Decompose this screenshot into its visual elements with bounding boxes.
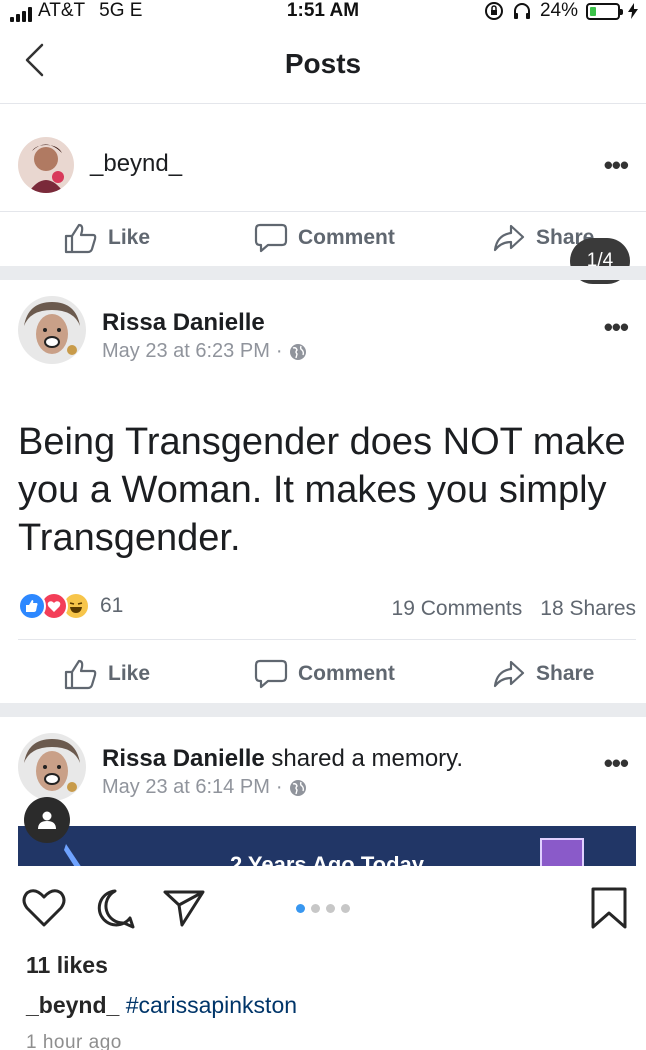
post2-like-button[interactable]: Like <box>64 658 150 690</box>
reaction-count: 61 <box>100 594 124 617</box>
carousel-pager <box>296 904 350 913</box>
like-label: Like <box>108 662 151 685</box>
avatar-rissa-memory[interactable] <box>18 733 86 801</box>
share-arrow-icon <box>493 660 525 688</box>
memory-thumbnail <box>540 838 584 866</box>
comments-count[interactable]: 19 Comments <box>392 597 523 621</box>
like-reaction-icon <box>18 592 46 620</box>
battery-icon <box>586 2 623 20</box>
post2-timestamp[interactable]: May 23 at 6:23 PM <box>102 340 270 363</box>
tagged-user-icon[interactable] <box>24 797 70 843</box>
status-bar: AT&T 5G E 1:51 AM 24% <box>0 0 646 26</box>
pager-dot <box>296 904 305 913</box>
status-right: 24% <box>484 0 638 22</box>
share-arrow-icon <box>493 224 525 252</box>
share-label: Share <box>536 662 595 685</box>
battery-fill <box>590 6 597 16</box>
headphones-icon <box>513 3 530 19</box>
post2-author[interactable]: Rissa Danielle <box>102 309 265 337</box>
like-label: Like <box>108 226 151 249</box>
pager-dot <box>311 904 320 913</box>
post1-comment-button[interactable]: Comment <box>254 222 395 254</box>
section-divider-1 <box>0 266 646 280</box>
comment-bubble-icon[interactable] <box>94 888 136 930</box>
instagram-footer: 11 likes _beynd_ #carissapinkston 1 hour… <box>0 866 646 1050</box>
globe-icon <box>289 779 306 796</box>
post2-comment-button[interactable]: Comment <box>254 658 395 690</box>
post3-more-icon[interactable]: ••• <box>604 748 629 779</box>
pager-dot <box>326 904 335 913</box>
caption-hashtag[interactable]: #carissapinkston <box>126 992 297 1018</box>
charging-bolt-icon <box>628 3 638 19</box>
bookmark-icon[interactable] <box>590 886 628 930</box>
pager-dot <box>341 904 350 913</box>
post1-author[interactable]: _beynd_ <box>90 150 182 178</box>
rotation-lock-icon <box>484 2 503 20</box>
comment-label: Comment <box>298 226 395 249</box>
post3-author[interactable]: Rissa Danielle <box>102 745 265 772</box>
battery-percent: 24% <box>539 0 578 21</box>
post1-more-icon[interactable]: ••• <box>604 150 629 181</box>
post3-header-line: Rissa Danielle shared a memory. <box>102 745 463 773</box>
post3-meta: May 23 at 6:14 PM · <box>102 776 307 799</box>
post2-meta: May 23 at 6:23 PM · <box>102 340 307 363</box>
thumbs-up-icon <box>64 223 97 254</box>
caption: _beynd_ #carissapinkston <box>26 992 297 1019</box>
post2-reactions[interactable]: 61 <box>18 592 123 620</box>
likes-count[interactable]: 11 likes <box>26 952 108 979</box>
post-time-ago: 1 hour ago <box>26 1032 122 1050</box>
post2-more-icon[interactable]: ••• <box>604 312 629 343</box>
comment-icon <box>254 223 288 253</box>
post1-like-button[interactable]: Like <box>64 222 150 254</box>
post2-share-button[interactable]: Share <box>492 658 594 690</box>
caption-username[interactable]: _beynd_ <box>26 992 119 1018</box>
shares-count[interactable]: 18 Shares <box>540 597 636 621</box>
post3-action-text: shared a memory. <box>271 745 464 772</box>
avatar-beynd[interactable] <box>18 137 74 193</box>
post1-divider <box>0 211 646 212</box>
comment-label: Comment <box>298 662 395 685</box>
memory-banner[interactable]: 2 Years Ago Today <box>18 826 636 866</box>
page-title: Posts <box>284 48 362 79</box>
direct-send-icon[interactable] <box>162 888 206 928</box>
thumbs-up-icon <box>64 659 97 690</box>
post2-divider <box>18 639 636 640</box>
post3-timestamp[interactable]: May 23 at 6:14 PM <box>102 776 270 799</box>
avatar-rissa[interactable] <box>18 296 86 364</box>
post3-separator: · <box>275 776 283 798</box>
comment-icon <box>254 659 288 689</box>
nav-bar: Posts <box>0 26 646 104</box>
globe-icon <box>289 343 306 360</box>
heart-icon[interactable] <box>22 888 66 928</box>
post2-engagement-counts: 19 Comments 18 Shares <box>392 597 636 621</box>
section-divider-2 <box>0 703 646 717</box>
post2-body-text: Being Transgender does NOT make you a Wo… <box>18 421 626 559</box>
post2-separator: · <box>275 340 283 362</box>
